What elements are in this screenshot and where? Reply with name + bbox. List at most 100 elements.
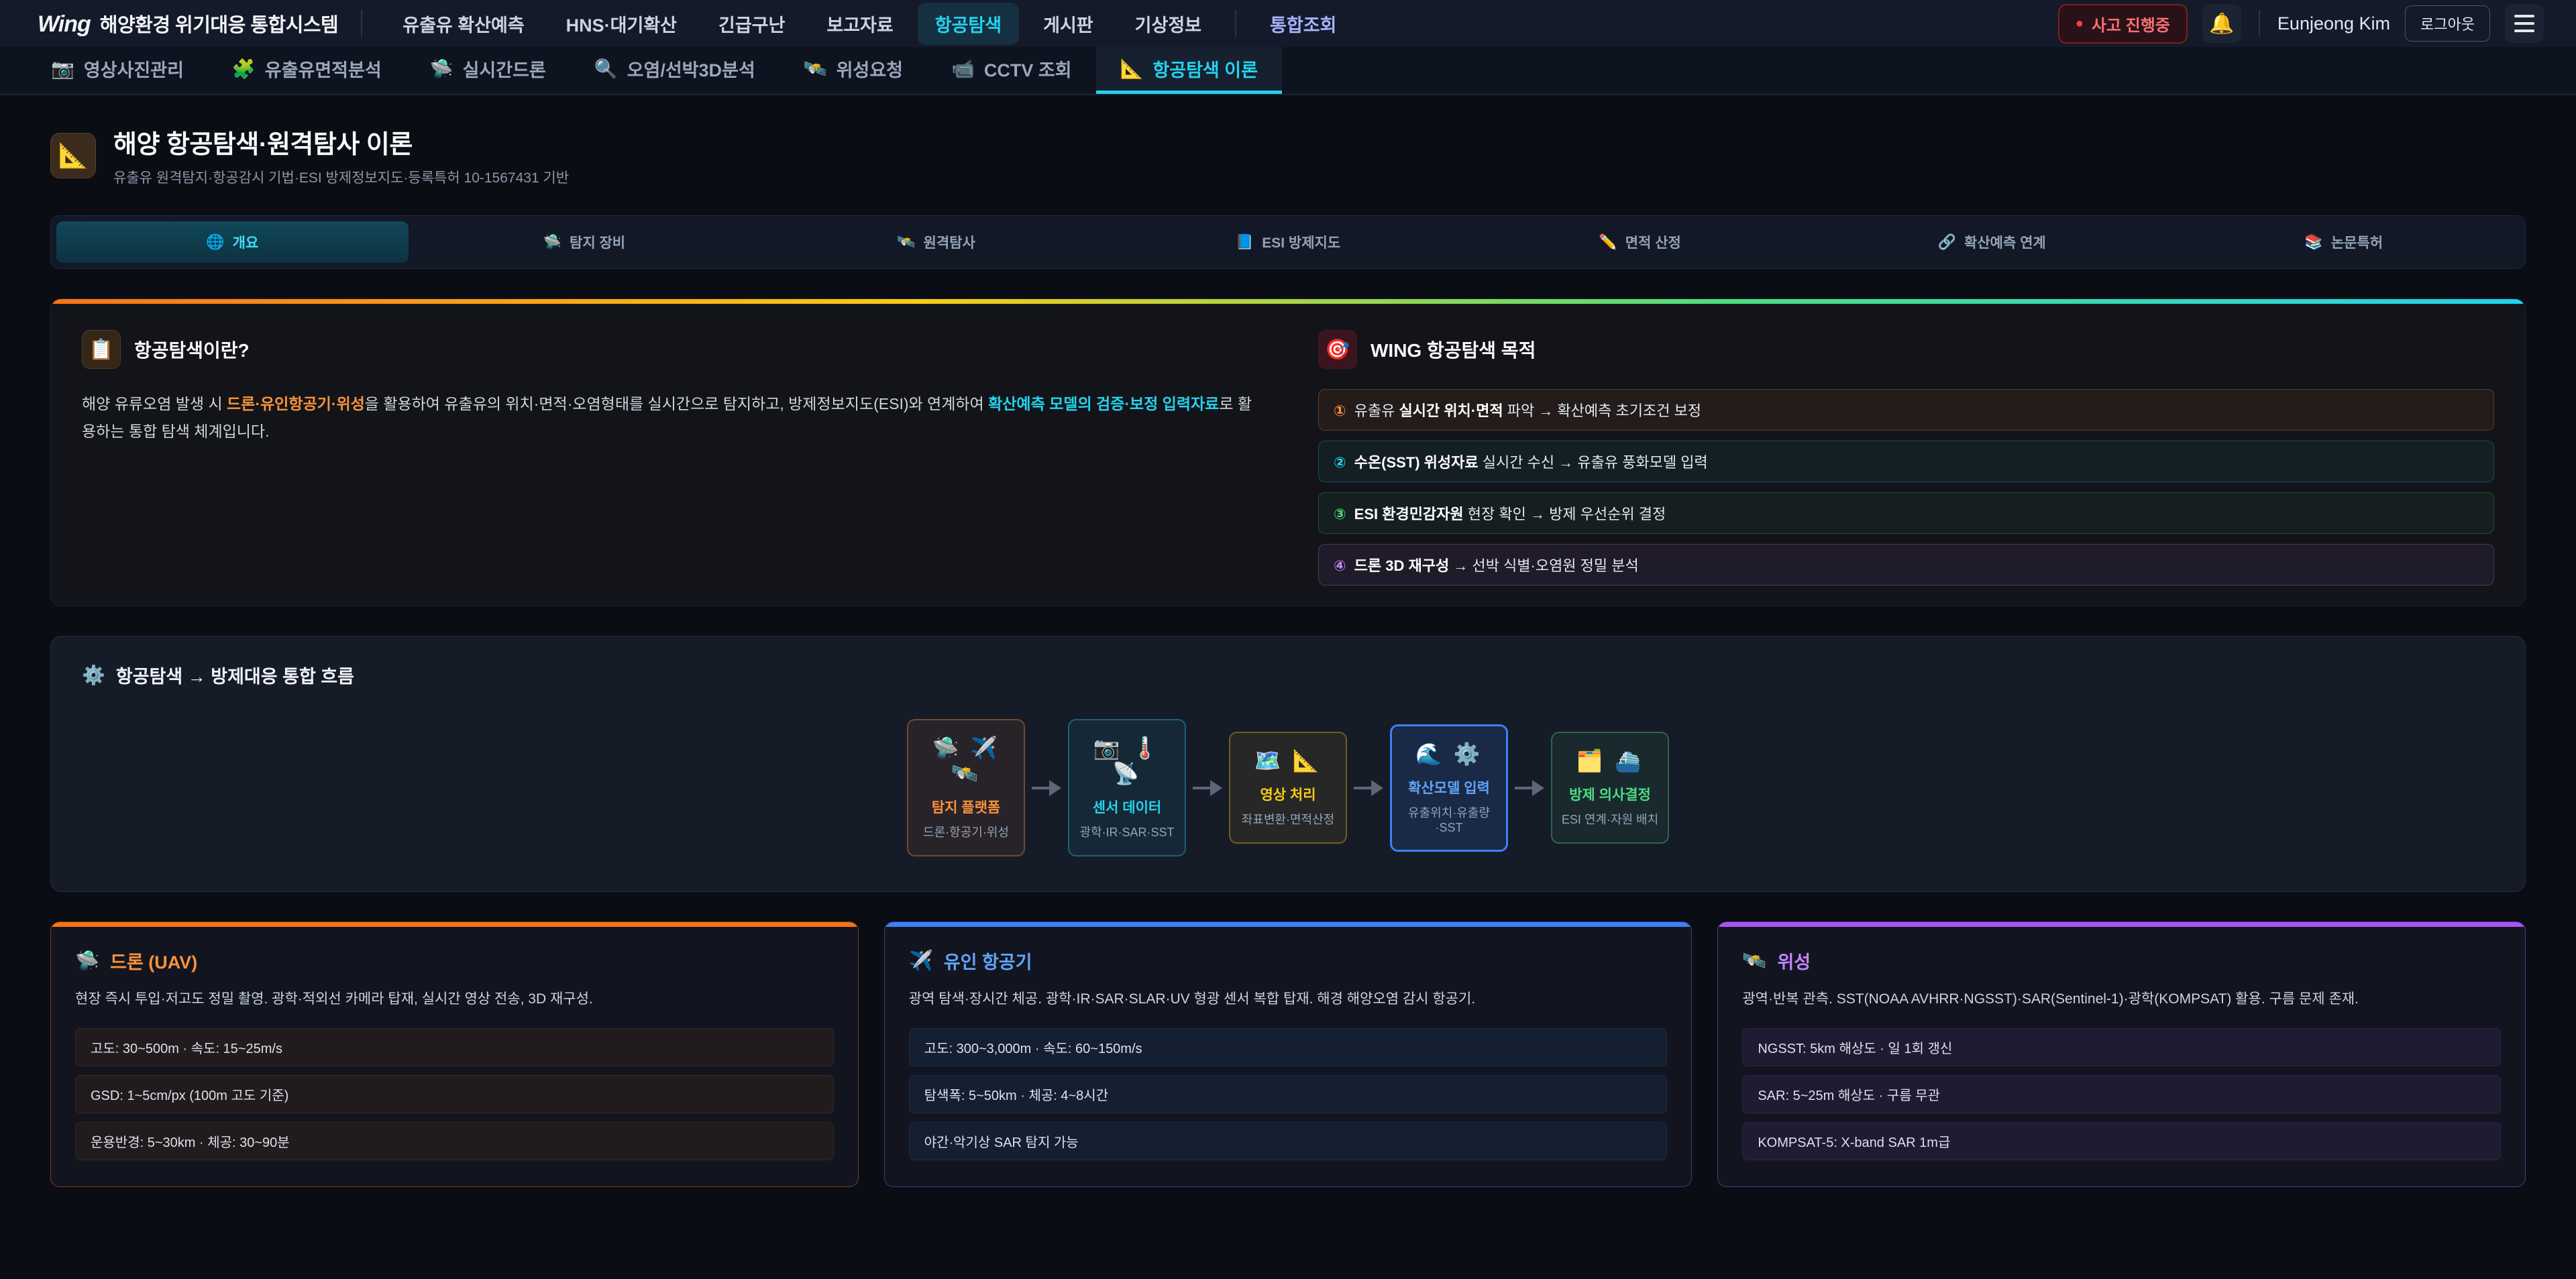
nav-item-weather[interactable]: 기상정보 [1118, 3, 1219, 45]
pill-label: 원격탐사 [924, 232, 975, 252]
app-logo[interactable]: Wing 해양환경 위기대응 통합시스템 [38, 9, 338, 38]
card-description: 현장 즉시 투입·저고도 정밀 촬영. 광학·적외선 카메라 탑재, 실시간 영… [75, 989, 834, 1011]
satellite-icon: 🛰️ [1742, 950, 1766, 972]
folder-ship-icons: 🗂️ ⛴️ [1560, 748, 1660, 773]
goals-section: 🎯 WING 항공탐색 목적 ①유출유 실시간 위치·면적 파악 → 확산예측 … [1318, 330, 2494, 586]
flow-title: 항공탐색 → 방제대응 통합 흐름 [116, 662, 354, 688]
main-content: 📐 해양 항공탐색·원격탐사 이론 유출유 원격탐지·항공감시 기법·ESI 방… [0, 95, 2576, 1187]
step-title: 탐지 플랫폼 [916, 797, 1016, 817]
tab-label: 실시간드론 [463, 56, 546, 82]
step-title: 확산모델 입력 [1400, 777, 1498, 797]
flow-card: ⚙️ 항공탐색 → 방제대응 통합 흐름 🛸 ✈️ 🛰️ 탐지 플랫폼 드론·항… [50, 636, 2526, 892]
tab-label: 유출유면적분석 [265, 56, 382, 82]
about-section: 📋 항공탐색이란? 해양 유류오염 발생 시 드론·유인항공기·위성을 활용하여… [82, 330, 1258, 586]
nav-item-board[interactable]: 게시판 [1026, 3, 1111, 45]
spec-row: SAR: 5~25m 해상도 · 구름 무관 [1742, 1075, 2501, 1113]
book-icon: 📘 [1236, 233, 1254, 251]
divider [361, 10, 362, 37]
flow-step-sensor-data: 📷 🌡️ 📡 센서 데이터 광학·IR·SAR·SST [1068, 719, 1186, 856]
page-title: 해양 항공탐색·원격탐사 이론 [113, 123, 569, 160]
nav-item-aerial-search[interactable]: 항공탐색 [918, 3, 1019, 45]
flow-step-platforms: 🛸 ✈️ 🛰️ 탐지 플랫폼 드론·항공기·위성 [907, 719, 1025, 856]
flow-arrow-icon [1032, 780, 1061, 796]
nav-item-oil-spread[interactable]: 유출유 확산예측 [385, 3, 541, 45]
satellite-icon: 🛰️ [804, 58, 827, 80]
status-dot-icon: ● [2076, 16, 2084, 32]
divider [2259, 10, 2260, 37]
nav-item-reports[interactable]: 보고자료 [809, 3, 910, 45]
pill-tab-area-calculation[interactable]: ✏️ 면적 산정 [1464, 221, 1816, 263]
incident-status-badge[interactable]: ● 사고 진행중 [2058, 4, 2188, 44]
pill-label: 탐지 장비 [570, 232, 625, 252]
pill-tab-prediction-link[interactable]: 🔗 확산예측 연계 [1816, 221, 2168, 263]
flow-title-row: ⚙️ 항공탐색 → 방제대응 통합 흐름 [82, 662, 2494, 688]
platform-cards: 🛸 드론 (UAV) 현장 즉시 투입·저고도 정밀 촬영. 광학·적외선 카메… [50, 922, 2526, 1187]
step-subtitle: ESI 연계·자원 배치 [1560, 810, 1660, 828]
flow-step-image-processing: 🗺️ 📐 영상 처리 좌표변환·면적산정 [1229, 732, 1347, 844]
card-manned-aircraft: ✈️ 유인 항공기 광역 탐색·장시간 체공. 광학·IR·SAR·SLAR·U… [884, 922, 1693, 1187]
section-tab-bar: 🌐 개요 🛸 탐지 장비 🛰️ 원격탐사 📘 ESI 방제지도 ✏️ 면적 산정… [50, 215, 2526, 269]
puzzle-icon: 🧩 [232, 58, 256, 80]
nav-item-integrated-search[interactable]: 통합조회 [1252, 3, 1354, 45]
card-title: 유인 항공기 [944, 948, 1032, 974]
card-title: 드론 (UAV) [110, 948, 197, 974]
goal-item-sst-data: ②수온(SST) 위성자료 실시간 수신 → 유출유 풍화모델 입력 [1318, 441, 2494, 482]
card-header: 🛰️ 위성 [1742, 948, 2501, 974]
top-header: Wing 해양환경 위기대응 통합시스템 유출유 확산예측 HNS·대기확산 긴… [0, 0, 2576, 47]
flow-step-model-input: 🌊 ⚙️ 확산모델 입력 유출위치·유출량·SST [1390, 724, 1508, 852]
tab-oil-area-analysis[interactable]: 🧩 유출유면적분석 [208, 47, 406, 94]
tab-aerial-search-theory[interactable]: 📐 항공탐색 이론 [1096, 47, 1282, 94]
pill-tab-detection-equipment[interactable]: 🛸 탐지 장비 [409, 221, 761, 263]
user-name: Eunjeong Kim [2277, 13, 2390, 34]
goal-number: ④ [1334, 557, 1346, 574]
step-subtitle: 유출위치·유출량·SST [1400, 803, 1498, 835]
drone-icon: 🛸 [543, 233, 561, 251]
tab-label: 오염/선박3D분석 [627, 56, 755, 82]
flow-arrow-icon [1193, 780, 1222, 796]
tab-label: CCTV 조회 [984, 56, 1072, 82]
spec-row: 고도: 30~500m · 속도: 15~25m/s [75, 1028, 834, 1066]
pill-tab-papers-patents[interactable]: 📚 논문특허 [2167, 221, 2520, 263]
pill-tab-esi-map[interactable]: 📘 ESI 방제지도 [1112, 221, 1464, 263]
pill-tab-overview[interactable]: 🌐 개요 [56, 221, 409, 263]
target-icon: 🎯 [1318, 330, 1357, 369]
spec-row: KOMPSAT-5: X-band SAR 1m급 [1742, 1122, 2501, 1160]
flow-arrow-icon [1515, 780, 1544, 796]
step-title: 센서 데이터 [1077, 797, 1177, 817]
step-subtitle: 드론·항공기·위성 [916, 823, 1016, 840]
app-title: 해양환경 위기대응 통합시스템 [100, 9, 338, 38]
pill-label: 개요 [233, 232, 259, 252]
nav-item-rescue[interactable]: 긴급구난 [701, 3, 802, 45]
card-title: 위성 [1777, 948, 1811, 974]
spec-row: 탐색폭: 5~50km · 체공: 4~8시간 [909, 1075, 1668, 1113]
notification-bell-button[interactable]: 🔔 [2202, 4, 2241, 43]
goal-item-esi-resources: ③ESI 환경민감자원 현장 확인 → 방제 우선순위 결정 [1318, 492, 2494, 534]
step-subtitle: 좌표변환·면적산정 [1238, 810, 1338, 828]
magnifier-icon: 🔍 [594, 58, 618, 80]
status-badge-label: 사고 진행중 [2092, 12, 2170, 36]
flow-step-response-decision: 🗂️ ⛴️ 방제 의사결정 ESI 연계·자원 배치 [1551, 732, 1669, 844]
goals-header: 🎯 WING 항공탐색 목적 [1318, 330, 2494, 369]
tab-satellite-request[interactable]: 🛰️ 위성요청 [780, 47, 927, 94]
pill-label: 확산예측 연계 [1964, 232, 2046, 252]
tab-image-photo-management[interactable]: 📷 영상사진관리 [27, 47, 208, 94]
pencil-icon: ✏️ [1599, 233, 1617, 251]
logout-button[interactable]: 로그아웃 [2405, 5, 2490, 42]
airplane-icon: ✈️ [909, 950, 933, 972]
pill-tab-remote-sensing[interactable]: 🛰️ 원격탐사 [760, 221, 1112, 263]
tab-realtime-drone[interactable]: 🛸 실시간드론 [406, 47, 570, 94]
nav-item-hns[interactable]: HNS·대기확산 [549, 3, 694, 45]
tab-cctv[interactable]: 📹 CCTV 조회 [927, 47, 1096, 94]
sub-nav: 📷 영상사진관리 🧩 유출유면적분석 🛸 실시간드론 🔍 오염/선박3D분석 🛰… [0, 47, 2576, 95]
card-header: ✈️ 유인 항공기 [909, 948, 1668, 974]
overview-card: 📋 항공탐색이란? 해양 유류오염 발생 시 드론·유인항공기·위성을 활용하여… [50, 298, 2526, 606]
step-title: 방제 의사결정 [1560, 784, 1660, 804]
tab-pollution-ship-3d[interactable]: 🔍 오염/선박3D분석 [570, 47, 780, 94]
goal-number: ③ [1334, 506, 1346, 522]
satellite-icon: 🛰️ [897, 233, 915, 251]
goal-number: ① [1334, 402, 1346, 419]
step-subtitle: 광학·IR·SAR·SST [1077, 823, 1177, 840]
goal-item-drone-3d: ④드론 3D 재구성 → 선박 식별·오염원 정밀 분석 [1318, 544, 2494, 586]
card-header: 🛸 드론 (UAV) [75, 948, 834, 974]
menu-button[interactable] [2505, 4, 2544, 43]
